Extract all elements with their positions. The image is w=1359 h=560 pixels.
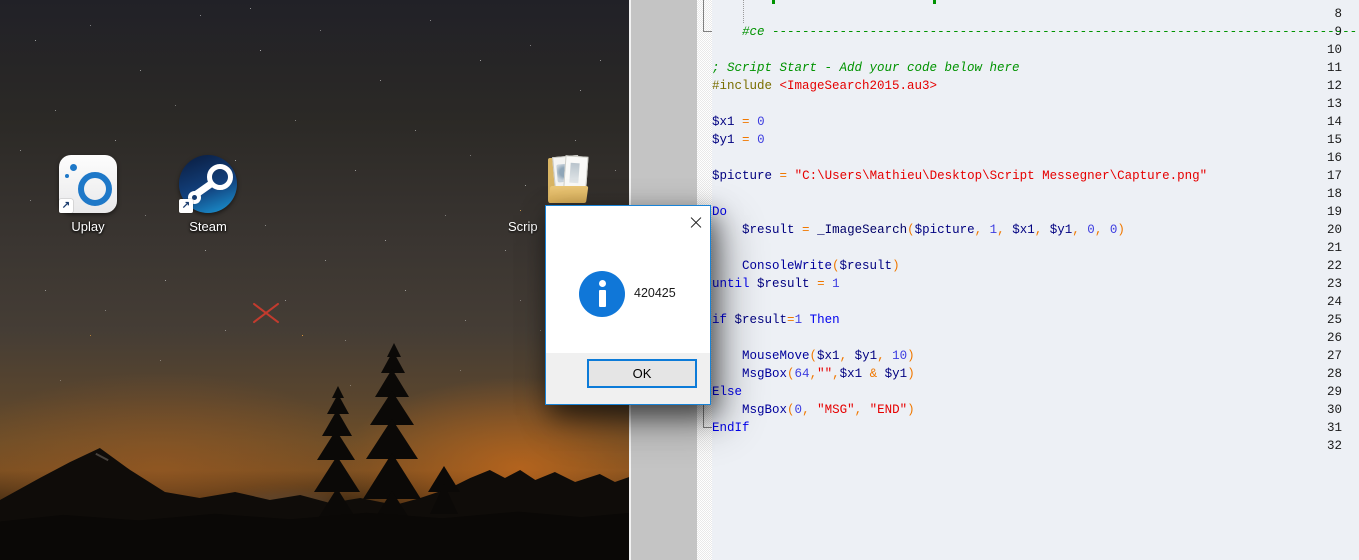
uplay-icon: ↗ xyxy=(59,155,117,213)
desktop-background: ↗ Uplay ↗ Steam Scrip xyxy=(0,0,631,560)
dialog-body: 420425 xyxy=(546,206,710,353)
ok-button[interactable]: OK xyxy=(587,359,697,388)
desktop-icon-uplay[interactable]: ↗ Uplay xyxy=(52,155,124,234)
code-line[interactable]: if $result=1 Then xyxy=(712,311,1359,329)
script-folder-label: Scrip xyxy=(508,219,545,236)
code-line[interactable]: ConsoleWrite($result) xyxy=(712,257,1359,275)
code-line[interactable]: #ce ------------------------------------… xyxy=(712,23,1359,41)
red-x-marker xyxy=(250,299,282,327)
shortcut-arrow-icon: ↗ xyxy=(179,199,193,213)
message-box-dialog: 420425 OK xyxy=(545,205,711,405)
partial-line-fragment xyxy=(933,0,936,4)
screen: ↗ Uplay ↗ Steam Scrip xyxy=(0,0,1359,560)
shortcut-arrow-icon: ↗ xyxy=(59,199,73,213)
code-line[interactable] xyxy=(712,239,1359,257)
code-line[interactable] xyxy=(712,41,1359,59)
code-line[interactable] xyxy=(712,329,1359,347)
code-line[interactable]: MsgBox(64,"",$x1 & $y1) xyxy=(712,365,1359,383)
desktop-icon-steam[interactable]: ↗ Steam xyxy=(172,155,244,234)
code-line[interactable]: $result = _ImageSearch($picture, 1, $x1,… xyxy=(712,221,1359,239)
code-line[interactable]: #include <ImageSearch2015.au3> xyxy=(712,77,1359,95)
desktop-icon-script-folder[interactable] xyxy=(548,156,588,204)
code-line[interactable] xyxy=(712,437,1359,455)
code-line[interactable] xyxy=(712,5,1359,23)
code-line[interactable] xyxy=(712,149,1359,167)
fold-corner xyxy=(703,31,712,32)
uplay-label: Uplay xyxy=(52,219,124,234)
code-line[interactable] xyxy=(712,95,1359,113)
code-line[interactable]: MouseMove($x1, $y1, 10) xyxy=(712,347,1359,365)
code-editor[interactable]: 8910111213141516171819202122232425262728… xyxy=(629,0,1359,560)
code-line[interactable]: $picture = "C:\Users\Mathieu\Desktop\Scr… xyxy=(712,167,1359,185)
code-line[interactable]: Else xyxy=(712,383,1359,401)
steam-icon: ↗ xyxy=(179,155,237,213)
code-line[interactable] xyxy=(712,185,1359,203)
dialog-message: 420425 xyxy=(634,286,676,300)
steam-label: Steam xyxy=(172,219,244,234)
code-line[interactable]: MsgBox(0, "MSG", "END") xyxy=(712,401,1359,419)
code-line[interactable]: $y1 = 0 xyxy=(712,131,1359,149)
dialog-footer: OK xyxy=(546,353,710,404)
code-line[interactable]: until $result = 1 xyxy=(712,275,1359,293)
fold-line xyxy=(703,0,704,32)
close-icon[interactable] xyxy=(688,215,704,231)
fold-corner xyxy=(703,427,712,428)
code-line[interactable]: ; Script Start - Add your code below her… xyxy=(712,59,1359,77)
partial-line-fragment xyxy=(772,0,775,4)
code-line[interactable]: $x1 = 0 xyxy=(712,113,1359,131)
code-line[interactable]: EndIf xyxy=(712,419,1359,437)
stars xyxy=(0,0,1,1)
code-line[interactable]: Do xyxy=(712,203,1359,221)
info-icon xyxy=(579,271,625,317)
code-line[interactable] xyxy=(712,293,1359,311)
